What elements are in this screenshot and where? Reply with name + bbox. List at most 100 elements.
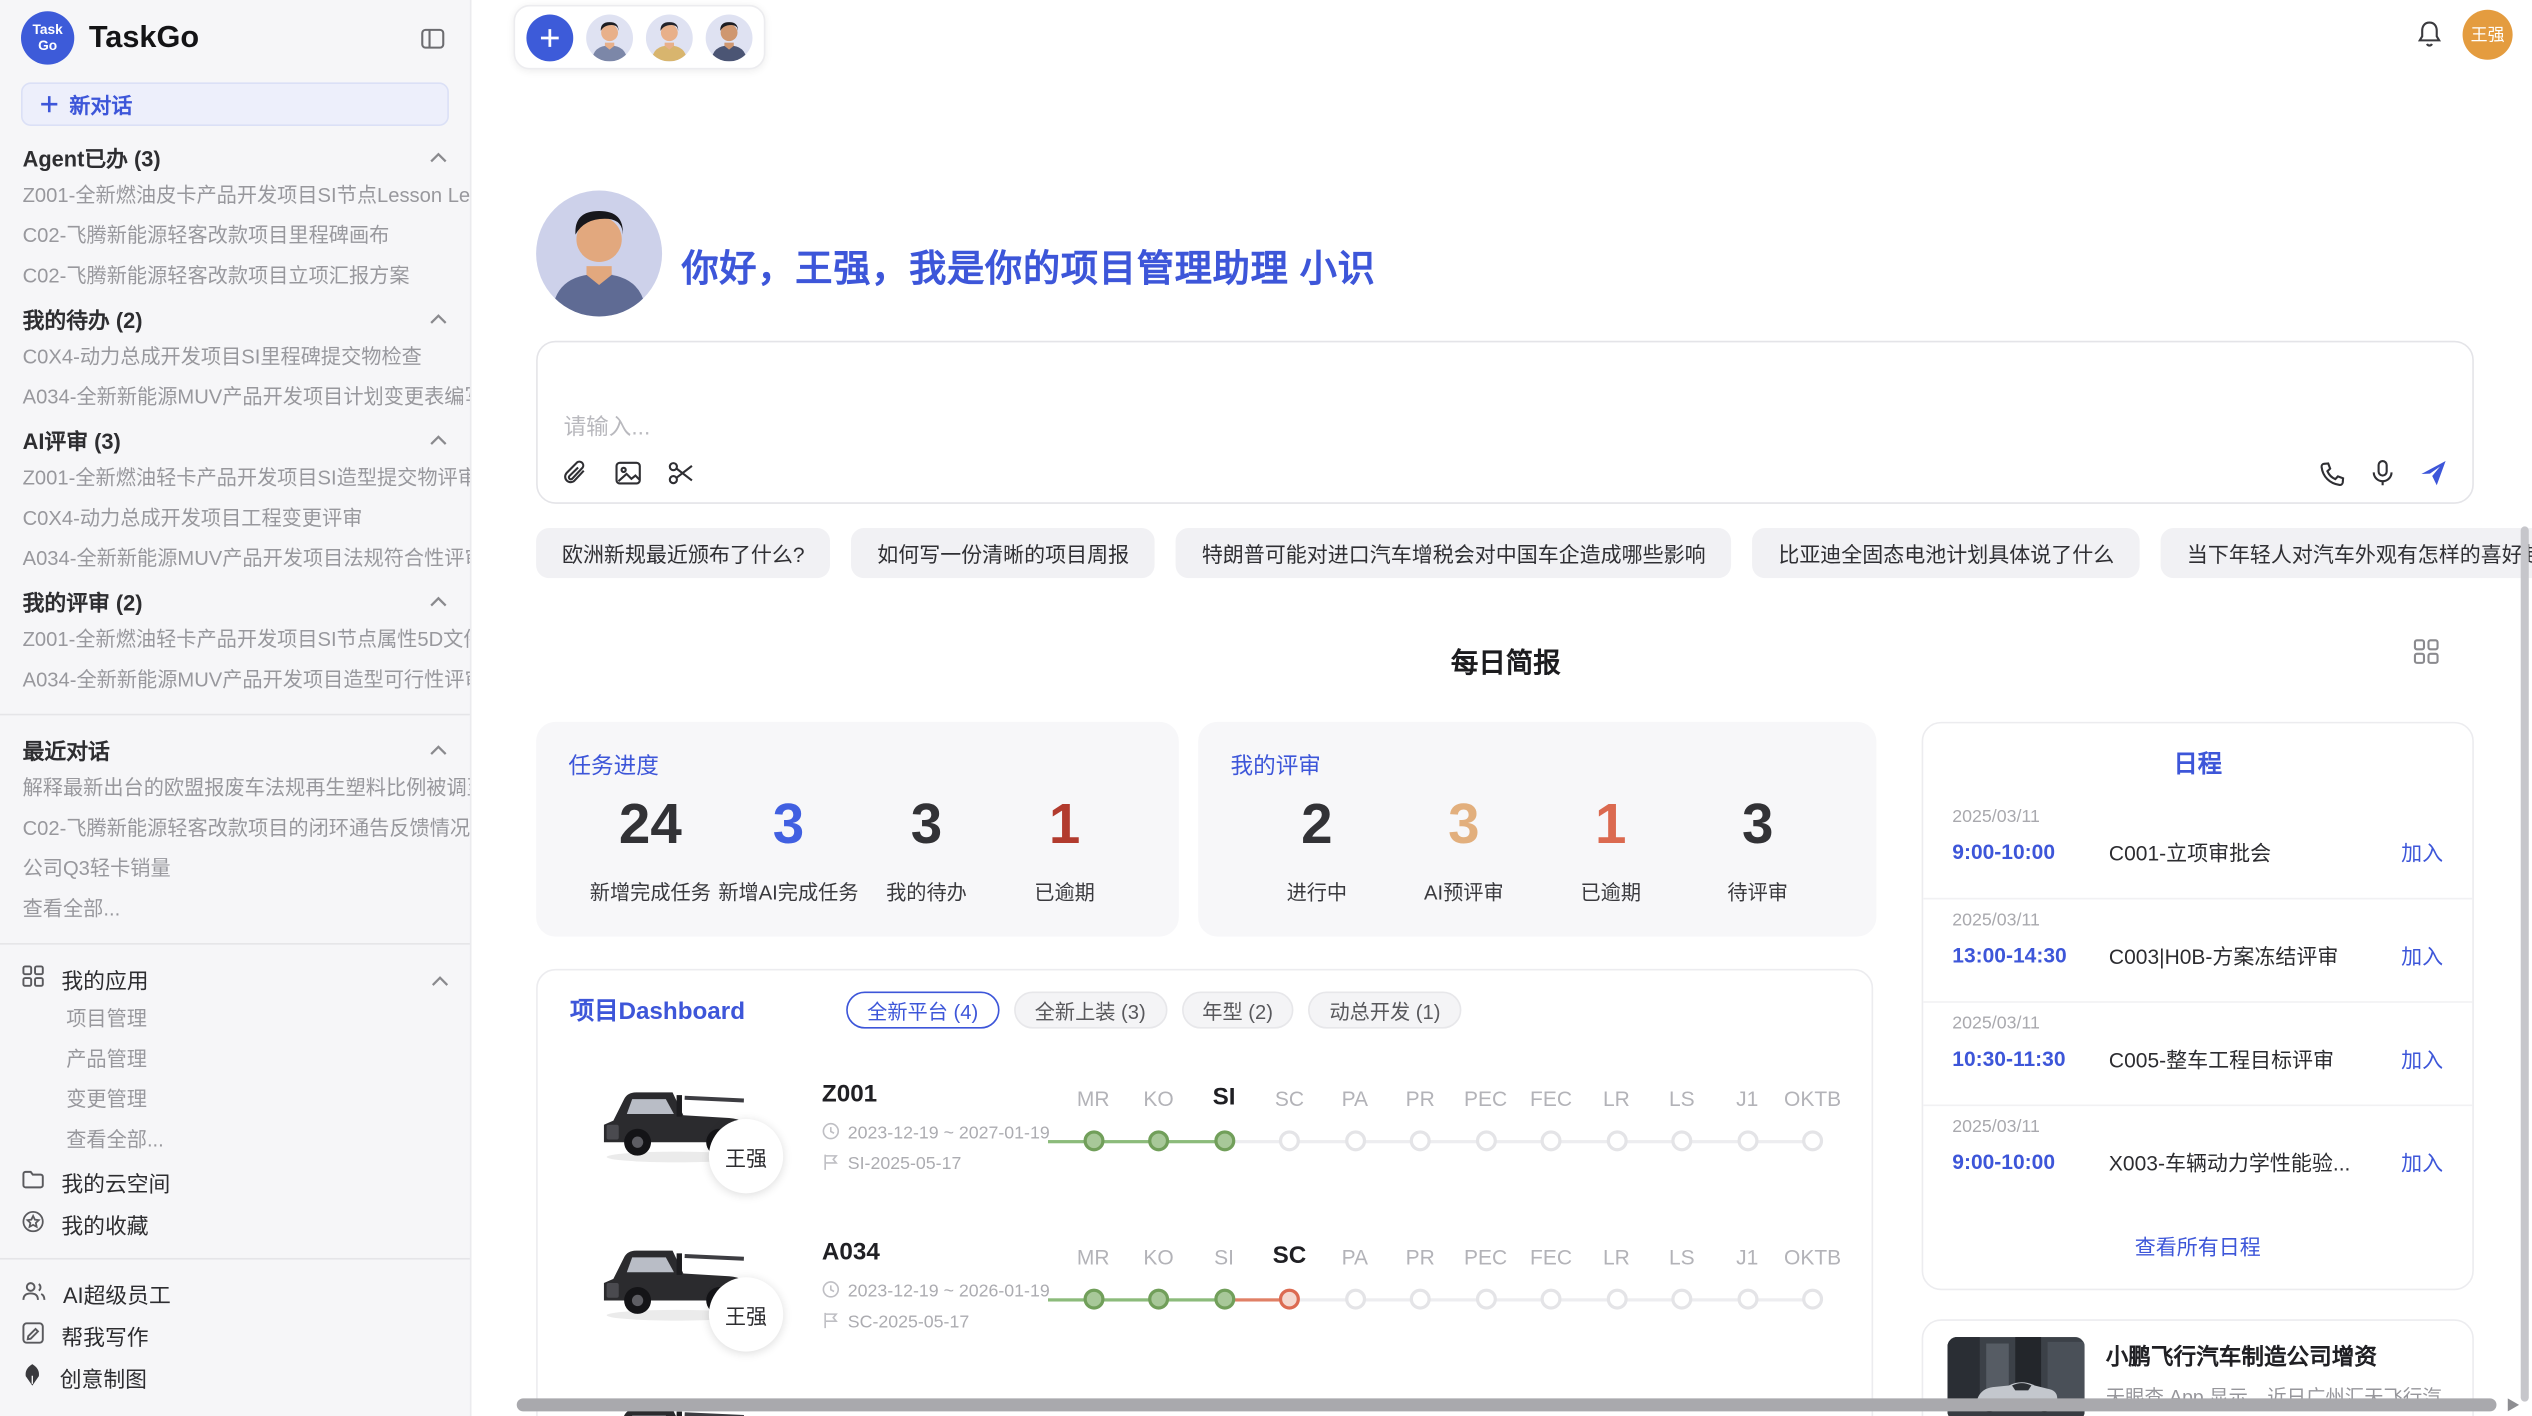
sidebar-item-my-apps[interactable]: 我的应用 xyxy=(0,958,470,1000)
chat-input-box[interactable]: 请输入... xyxy=(536,341,2474,504)
milestone-dot[interactable] xyxy=(1214,1289,1235,1310)
app-sub-item[interactable]: 变更管理 xyxy=(0,1080,470,1120)
dashboard-tab[interactable]: 全新上装 (3) xyxy=(1014,991,1167,1028)
add-agent-button[interactable] xyxy=(526,14,573,61)
new-chat-button[interactable]: 新对话 xyxy=(21,82,449,126)
microphone-icon[interactable] xyxy=(2371,459,2395,488)
agent-avatar[interactable] xyxy=(586,14,633,61)
sidebar-item[interactable]: C02-飞腾新能源轻客改款项目立项汇报方案 xyxy=(0,257,470,297)
phone-icon[interactable] xyxy=(2319,459,2346,486)
milestone-dot[interactable] xyxy=(1279,1289,1300,1310)
stat-value: 3 xyxy=(1448,794,1479,856)
suggestion-chip[interactable]: 特朗普可能对进口汽车增税会对中国车企造成哪些影响 xyxy=(1176,528,1732,578)
milestone-dot[interactable] xyxy=(1410,1130,1431,1151)
sidebar-section-header[interactable]: 我的评审 (2) xyxy=(0,580,470,620)
dashboard-tab[interactable]: 年型 (2) xyxy=(1181,991,1294,1028)
app-sub-item[interactable]: 产品管理 xyxy=(0,1040,470,1080)
chevron-up-icon[interactable] xyxy=(430,144,448,168)
send-icon[interactable] xyxy=(2419,459,2448,488)
sidebar-item[interactable]: C0X4-动力总成开发项目SI里程碑提交物检查 xyxy=(0,337,470,377)
milestone-dot[interactable] xyxy=(1344,1130,1365,1151)
sidebar-item[interactable]: C02-飞腾新能源轻客改款项目里程碑画布 xyxy=(0,216,470,256)
sidebar-section-header[interactable]: AI评审 (3) xyxy=(0,418,470,458)
chevron-up-icon[interactable] xyxy=(431,966,449,990)
sidebar-item-favorites[interactable]: 我的收藏 xyxy=(0,1203,470,1245)
sidebar-item-tool[interactable]: 帮我写作 xyxy=(0,1314,470,1356)
sidebar-item-cloud-space[interactable]: 我的云空间 xyxy=(0,1161,470,1203)
join-link[interactable]: 加入 xyxy=(2401,836,2443,867)
sidebar-item-label: AI超级员工 xyxy=(63,1277,171,1309)
recent-conversation-item[interactable]: 解释最新出台的欧盟报废车法规再生塑料比例被调至15%... xyxy=(0,769,470,809)
sidebar-section-header[interactable]: Agent已办 (3) xyxy=(0,136,470,176)
milestone-dot[interactable] xyxy=(1083,1289,1104,1310)
app-sub-item[interactable]: 项目管理 xyxy=(0,1000,470,1040)
scroll-right-arrow-icon[interactable] xyxy=(2508,1398,2519,1411)
sidebar-item[interactable]: C0X4-动力总成开发项目工程变更评审 xyxy=(0,499,470,539)
milestone-dot[interactable] xyxy=(1475,1130,1496,1151)
app-sub-item[interactable]: 查看全部... xyxy=(0,1121,470,1161)
image-icon[interactable] xyxy=(614,459,643,488)
sidebar-item[interactable]: A034-全新新能源MUV产品开发项目法规符合性评审 xyxy=(0,539,470,579)
milestone-dot[interactable] xyxy=(1475,1289,1496,1310)
layout-grid-icon[interactable] xyxy=(2413,638,2440,674)
milestone-dot[interactable] xyxy=(1606,1130,1627,1151)
attachment-icon[interactable] xyxy=(562,459,589,488)
sidebar-item[interactable]: A034-全新新能源MUV产品开发项目造型可行性评审 xyxy=(0,660,470,700)
chevron-up-icon[interactable] xyxy=(430,426,448,450)
sidebar-item[interactable]: Z001-全新燃油皮卡产品开发项目SI节点Lesson Learn报告 xyxy=(0,176,470,216)
stat-card-title: 任务进度 xyxy=(568,749,1146,781)
join-link[interactable]: 加入 xyxy=(2401,1147,2443,1178)
join-link[interactable]: 加入 xyxy=(2401,940,2443,971)
milestone-dot[interactable] xyxy=(1671,1289,1692,1310)
milestone-dot[interactable] xyxy=(1802,1289,1823,1310)
join-link[interactable]: 加入 xyxy=(2401,1043,2443,1074)
agent-avatar[interactable] xyxy=(706,14,753,61)
milestone-dot[interactable] xyxy=(1541,1130,1562,1151)
milestone-dot[interactable] xyxy=(1541,1289,1562,1310)
suggestion-chip[interactable]: 欧洲新规最近颁布了什么? xyxy=(536,528,830,578)
sidebar-item-tool[interactable]: 创意制图 xyxy=(0,1356,470,1398)
sidebar-item-tool[interactable]: AI超级员工 xyxy=(0,1272,470,1314)
dashboard-tab[interactable]: 全新平台 (4) xyxy=(846,991,999,1028)
recent-conversation-item[interactable]: 公司Q3轻卡销量 xyxy=(0,849,470,889)
milestone-dot[interactable] xyxy=(1737,1289,1758,1310)
milestone-dot[interactable] xyxy=(1148,1130,1169,1151)
vertical-scrollbar[interactable] xyxy=(2521,526,2529,1401)
chevron-up-icon[interactable] xyxy=(430,305,448,329)
sidebar-section-header[interactable]: 我的待办 (2) xyxy=(0,297,470,337)
schedule-title-text: C005-整车工程目标评审 xyxy=(2109,1043,2401,1074)
milestone-dot[interactable] xyxy=(1148,1289,1169,1310)
chevron-up-icon[interactable] xyxy=(430,736,448,760)
suggestion-chip[interactable]: 如何写一份清晰的项目周报 xyxy=(851,528,1155,578)
stat-label: 进行中 xyxy=(1287,874,1348,905)
suggestion-chip[interactable]: 比亚迪全固态电池计划具体说了什么 xyxy=(1752,528,2140,578)
recent-conversation-item[interactable]: 查看全部... xyxy=(0,890,470,930)
dashboard-tabs: 全新平台 (4) 全新上装 (3) 年型 (2) 动总开发 (1) xyxy=(846,991,1461,1028)
view-all-schedule-link[interactable]: 查看所有日程 xyxy=(1923,1230,2472,1261)
milestone-dot[interactable] xyxy=(1737,1130,1758,1151)
milestone-dot[interactable] xyxy=(1214,1130,1235,1151)
agent-avatar[interactable] xyxy=(646,14,693,61)
schedule-item: 2025/03/119:00-10:00C001-立项审批会加入 xyxy=(1923,796,2472,899)
milestone-dot[interactable] xyxy=(1410,1289,1431,1310)
sidebar-item[interactable]: A034-全新新能源MUV产品开发项目计划变更表编写 xyxy=(0,378,470,418)
chevron-up-icon[interactable] xyxy=(430,588,448,612)
scissors-icon[interactable] xyxy=(667,459,696,488)
milestone-dot[interactable] xyxy=(1083,1130,1104,1151)
sidebar-item[interactable]: Z001-全新燃油轻卡产品开发项目SI造型提交物评审 xyxy=(0,459,470,499)
sidebar-item[interactable]: Z001-全新燃油轻卡产品开发项目SI节点属性5D文件评审 xyxy=(0,620,470,660)
notification-bell-icon[interactable] xyxy=(2416,19,2443,56)
dashboard-tab[interactable]: 动总开发 (1) xyxy=(1308,991,1461,1028)
milestone-dot[interactable] xyxy=(1344,1289,1365,1310)
milestone-dot[interactable] xyxy=(1606,1289,1627,1310)
collapse-sidebar-icon[interactable] xyxy=(415,20,451,56)
suggestion-chip[interactable]: 当下年轻人对汽车外观有怎样的喜好趋势 xyxy=(2161,528,2532,578)
milestone-dot[interactable] xyxy=(1802,1130,1823,1151)
milestone-label: PEC xyxy=(1453,1087,1519,1111)
milestone-dot[interactable] xyxy=(1671,1130,1692,1151)
horizontal-scrollbar[interactable] xyxy=(517,1398,2497,1411)
milestone-dot[interactable] xyxy=(1279,1130,1300,1151)
user-avatar[interactable]: 王强 xyxy=(2463,10,2513,60)
sidebar-section-header[interactable]: 最近对话 xyxy=(0,728,470,768)
recent-conversation-item[interactable]: C02-飞腾新能源轻客改款项目的闭环通告反馈情况 xyxy=(0,809,470,849)
